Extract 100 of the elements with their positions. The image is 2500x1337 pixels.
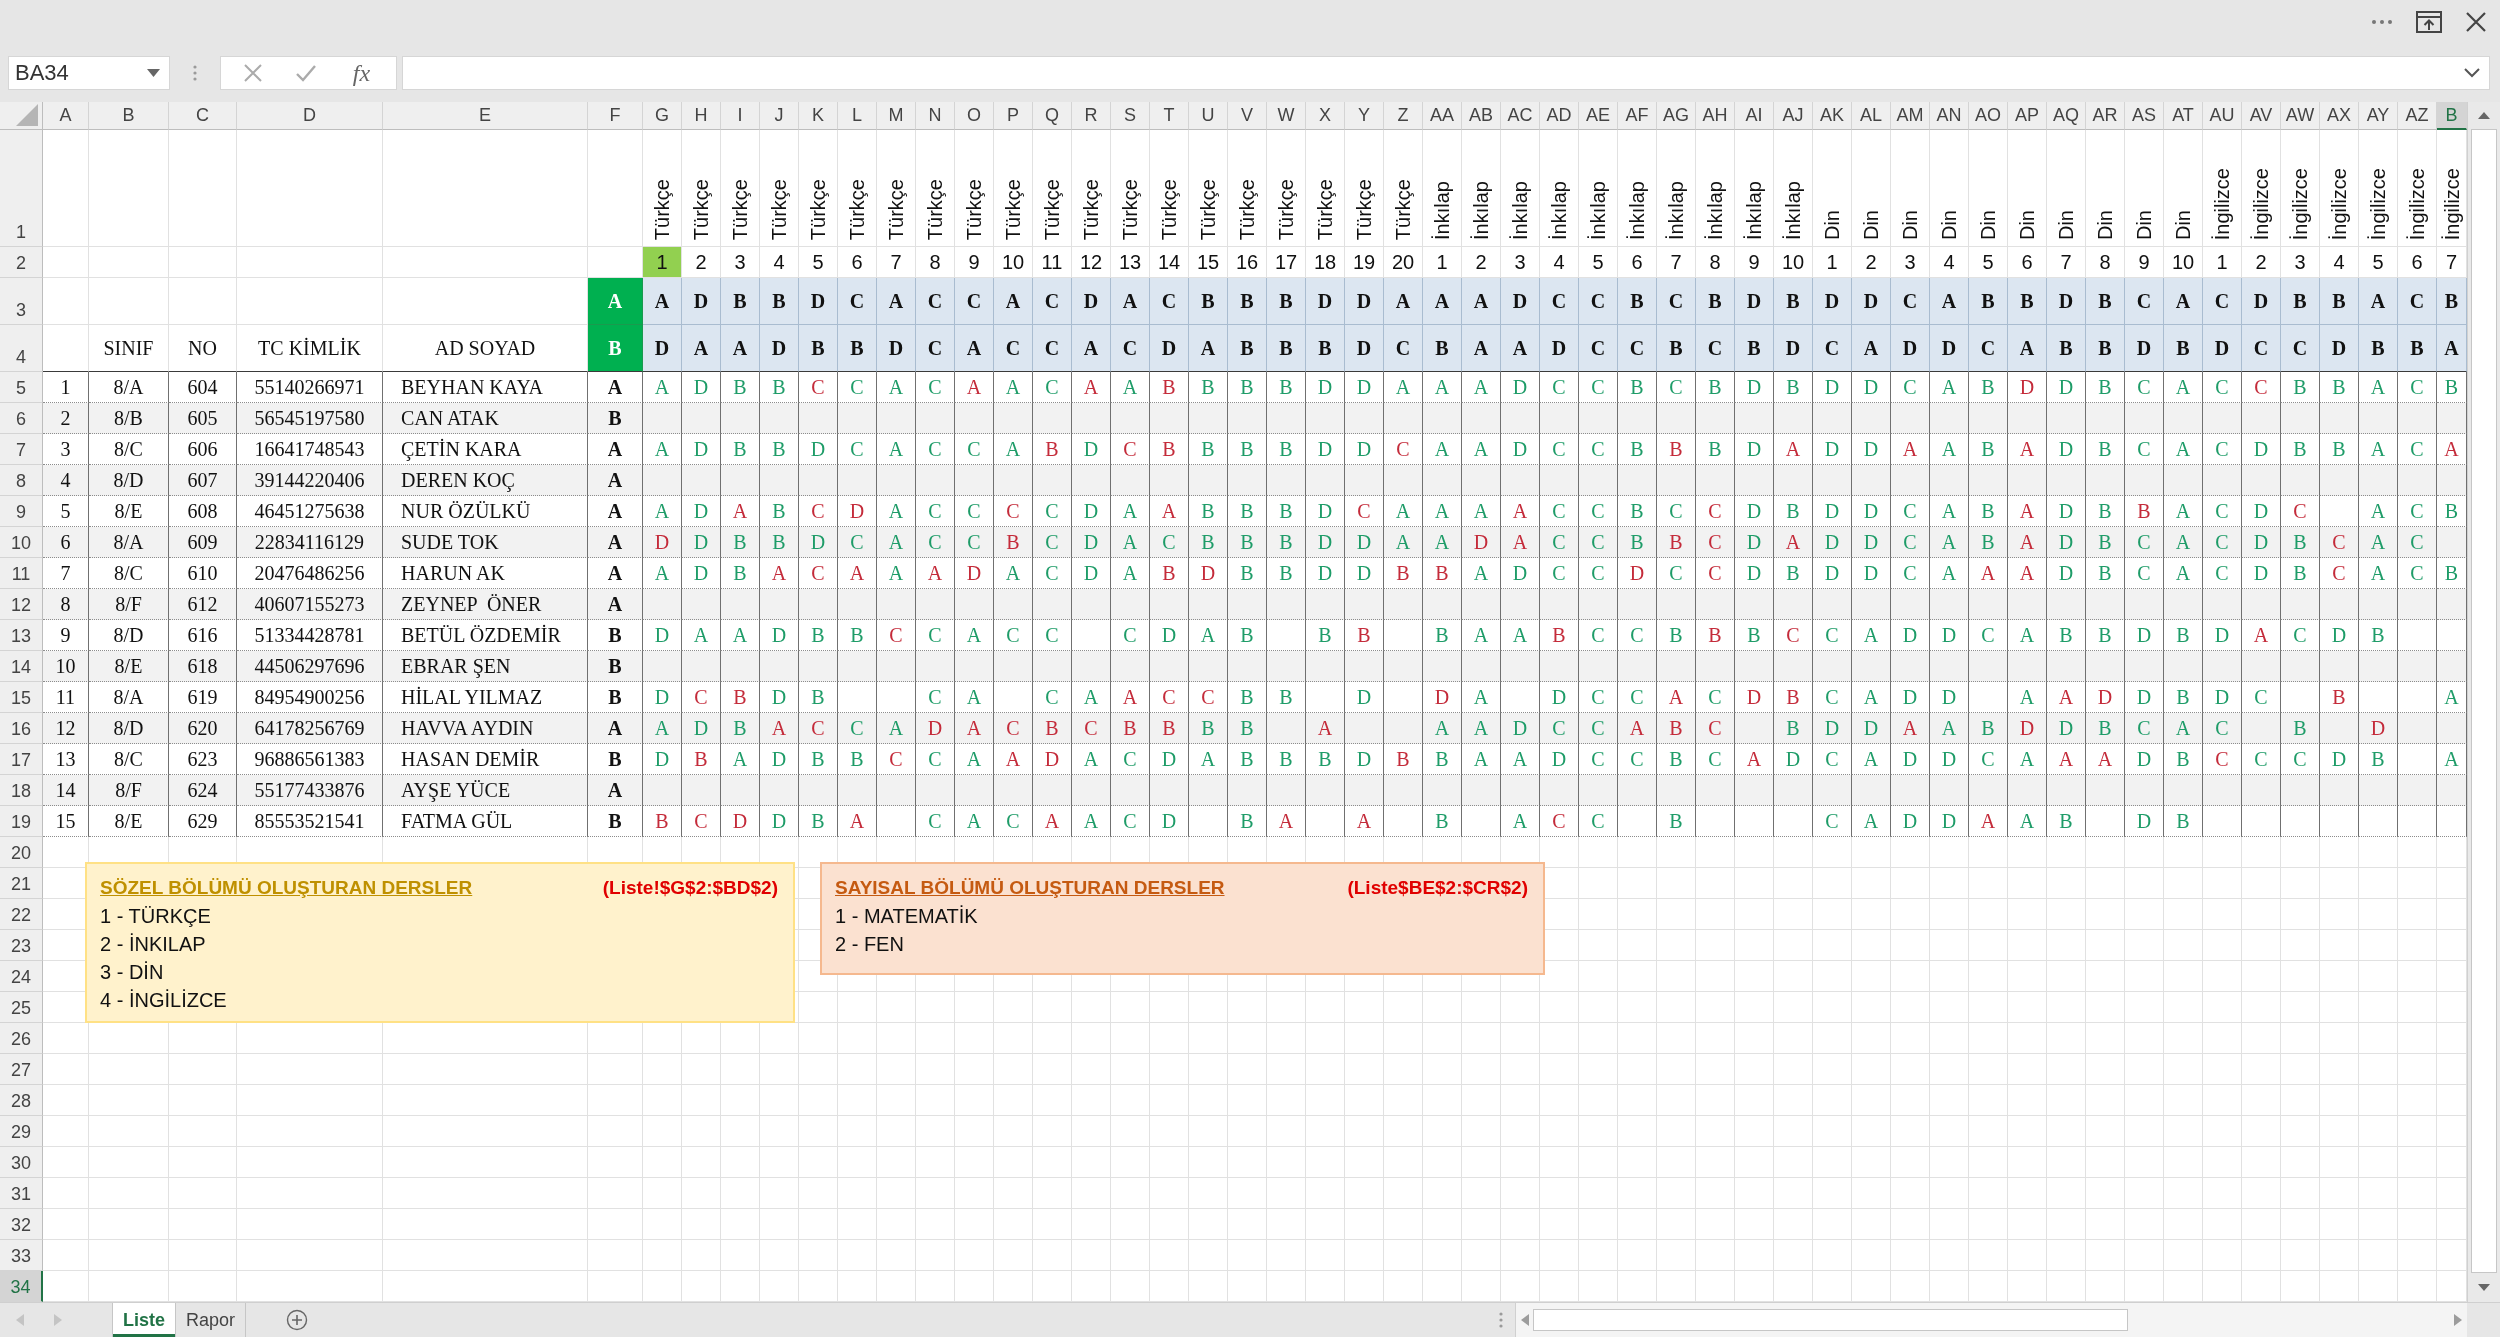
column-header[interactable]: AM: [1891, 102, 1930, 130]
column-header[interactable]: B: [89, 102, 169, 130]
row-header[interactable]: 33: [0, 1240, 43, 1271]
column-header[interactable]: AG: [1657, 102, 1696, 130]
row-header[interactable]: 6: [0, 403, 43, 434]
column-header[interactable]: T: [1150, 102, 1189, 130]
plus-circle-icon[interactable]: [286, 1309, 309, 1331]
row-header[interactable]: 22: [0, 899, 43, 930]
column-header[interactable]: AQ: [2047, 102, 2086, 130]
vertical-dots-icon[interactable]: [1499, 1312, 1503, 1328]
column-header[interactable]: R: [1072, 102, 1111, 130]
column-header[interactable]: X: [1306, 102, 1345, 130]
row-header[interactable]: 23: [0, 930, 43, 961]
row-header[interactable]: 20: [0, 837, 43, 868]
row-header[interactable]: 18: [0, 775, 43, 806]
row-header[interactable]: 27: [0, 1054, 43, 1085]
column-header[interactable]: J: [760, 102, 799, 130]
caret-right-icon[interactable]: [2454, 1314, 2462, 1326]
row-header[interactable]: 25: [0, 992, 43, 1023]
column-header[interactable]: G: [643, 102, 682, 130]
row-header[interactable]: 29: [0, 1116, 43, 1147]
column-header[interactable]: AY: [2359, 102, 2398, 130]
column-header[interactable]: AK: [1813, 102, 1852, 130]
row-header[interactable]: 24: [0, 961, 43, 992]
row-header[interactable]: 4: [0, 325, 43, 372]
scrollbar-thumb[interactable]: [2471, 129, 2497, 1273]
row-header[interactable]: 31: [0, 1178, 43, 1209]
horizontal-scrollbar[interactable]: [1515, 1303, 2467, 1337]
column-header[interactable]: AX: [2320, 102, 2359, 130]
row-header[interactable]: 32: [0, 1209, 43, 1240]
column-header[interactable]: L: [838, 102, 877, 130]
caret-left-icon[interactable]: [1521, 1314, 1529, 1326]
column-header[interactable]: AI: [1735, 102, 1774, 130]
row-header[interactable]: 26: [0, 1023, 43, 1054]
name-box[interactable]: BA34: [8, 56, 170, 90]
row-header[interactable]: 12: [0, 589, 43, 620]
column-header[interactable]: AC: [1501, 102, 1540, 130]
vertical-dots-icon[interactable]: [193, 65, 197, 81]
chevron-down-icon[interactable]: [2464, 68, 2480, 78]
row-header[interactable]: 16: [0, 713, 43, 744]
column-header[interactable]: F: [588, 102, 643, 130]
column-header[interactable]: AD: [1540, 102, 1579, 130]
row-header[interactable]: 9: [0, 496, 43, 527]
corner-triangle-icon[interactable]: [16, 104, 38, 126]
column-header[interactable]: N: [916, 102, 955, 130]
row-header[interactable]: 34: [0, 1271, 43, 1302]
row-header[interactable]: 10: [0, 527, 43, 558]
row-header[interactable]: 14: [0, 651, 43, 682]
row-header[interactable]: 1: [0, 130, 43, 247]
row-header[interactable]: 3: [0, 278, 43, 325]
row-header[interactable]: 5: [0, 372, 43, 403]
column-header[interactable]: AN: [1930, 102, 1969, 130]
insert-function-button[interactable]: fx: [348, 59, 375, 87]
row-header[interactable]: 15: [0, 682, 43, 713]
caret-left-icon[interactable]: [16, 1314, 24, 1326]
more-options-icon[interactable]: [2371, 19, 2393, 25]
column-header[interactable]: B: [2437, 102, 2467, 130]
column-header[interactable]: W: [1267, 102, 1306, 130]
column-header[interactable]: AV: [2242, 102, 2281, 130]
caret-down-icon[interactable]: [2478, 1283, 2490, 1291]
column-header[interactable]: Y: [1345, 102, 1384, 130]
column-header[interactable]: AA: [1423, 102, 1462, 130]
column-header[interactable]: C: [169, 102, 237, 130]
row-header[interactable]: 17: [0, 744, 43, 775]
row-header[interactable]: 8: [0, 465, 43, 496]
sheet-tab[interactable]: Rapor: [176, 1303, 247, 1337]
column-header[interactable]: AO: [1969, 102, 2008, 130]
column-header[interactable]: V: [1228, 102, 1267, 130]
column-header[interactable]: AB: [1462, 102, 1501, 130]
caret-up-icon[interactable]: [2478, 111, 2490, 119]
sheet-tab[interactable]: Liste: [112, 1303, 176, 1337]
column-header[interactable]: Q: [1033, 102, 1072, 130]
column-header[interactable]: Z: [1384, 102, 1423, 130]
column-header[interactable]: D: [237, 102, 383, 130]
arrow-box-icon[interactable]: [2416, 11, 2442, 33]
cross-icon[interactable]: [242, 63, 263, 83]
column-header[interactable]: AT: [2164, 102, 2203, 130]
row-header[interactable]: 21: [0, 868, 43, 899]
column-header[interactable]: AH: [1696, 102, 1735, 130]
row-header[interactable]: 28: [0, 1085, 43, 1116]
column-header[interactable]: I: [721, 102, 760, 130]
scrollbar-thumb[interactable]: [1533, 1309, 2128, 1331]
column-header[interactable]: AF: [1618, 102, 1657, 130]
column-header[interactable]: AE: [1579, 102, 1618, 130]
column-header[interactable]: O: [955, 102, 994, 130]
column-header[interactable]: AR: [2086, 102, 2125, 130]
vertical-scrollbar[interactable]: [2467, 102, 2500, 1302]
row-header[interactable]: 7: [0, 434, 43, 465]
column-header[interactable]: AS: [2125, 102, 2164, 130]
column-header[interactable]: A: [43, 102, 89, 130]
column-header[interactable]: H: [682, 102, 721, 130]
column-header[interactable]: M: [877, 102, 916, 130]
column-header[interactable]: P: [994, 102, 1033, 130]
row-header[interactable]: 30: [0, 1147, 43, 1178]
caret-right-icon[interactable]: [54, 1314, 62, 1326]
column-header[interactable]: K: [799, 102, 838, 130]
row-header[interactable]: 19: [0, 806, 43, 837]
column-header[interactable]: AJ: [1774, 102, 1813, 130]
check-icon[interactable]: [294, 64, 317, 82]
column-header[interactable]: AZ: [2398, 102, 2437, 130]
